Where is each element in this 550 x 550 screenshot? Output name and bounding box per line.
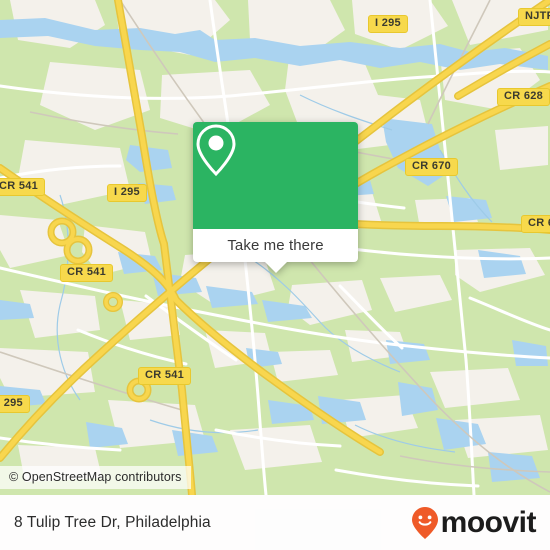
road-shield: CR 541 [60, 264, 114, 282]
road-shield: I 295 [107, 184, 147, 202]
location-callout-card[interactable]: Take me there [193, 122, 358, 273]
map-screenshot: I 295 NJTP CR 628 CR 670 CR 67 CR 541 I … [0, 0, 550, 550]
footer-bar: 8 Tulip Tree Dr, Philadelphia moovit [0, 495, 550, 550]
moovit-pin-smile-icon [411, 506, 438, 539]
moovit-logo[interactable]: moovit [410, 505, 537, 540]
road-shield: CR 541 [0, 178, 46, 196]
road-shield: NJTP [518, 8, 550, 26]
address-label: 8 Tulip Tree Dr, Philadelphia [14, 513, 211, 531]
road-shield: I 295 [368, 15, 408, 33]
road-shield: CR 628 [497, 88, 550, 106]
map-pin-icon [196, 124, 236, 177]
road-shield: CR 541 [138, 367, 192, 385]
road-shield: CR 67 [521, 215, 550, 233]
road-shield: CR 670 [405, 158, 459, 176]
take-me-there-button[interactable]: Take me there [193, 229, 358, 262]
map-canvas[interactable]: I 295 NJTP CR 628 CR 670 CR 67 CR 541 I … [0, 0, 550, 495]
callout-pin-area [193, 122, 358, 229]
road-shield: I 295 [0, 395, 30, 413]
callout-pointer [264, 262, 287, 273]
take-me-there-label: Take me there [227, 237, 324, 254]
osm-attribution[interactable]: © OpenStreetMap contributors [0, 466, 191, 489]
moovit-wordmark: moovit [440, 505, 537, 539]
